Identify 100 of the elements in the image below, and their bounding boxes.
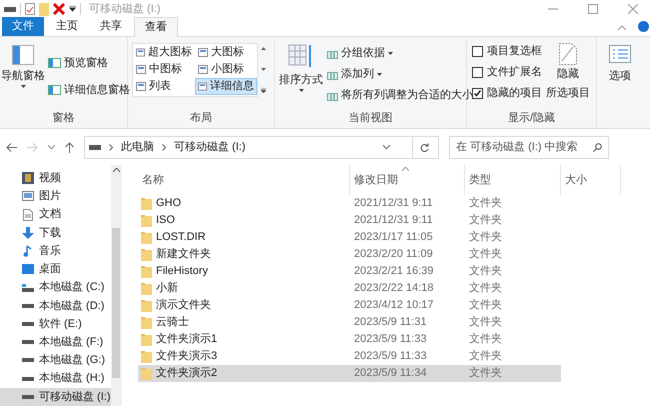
file-row[interactable]: 文件夹演示1 2023/5/9 11:33 文件夹 [138, 331, 561, 348]
sidebar-item[interactable]: 桌面 [0, 260, 110, 278]
checkbox-box[interactable] [472, 46, 483, 57]
scroll-up-icon[interactable] [260, 47, 266, 50]
checkbox[interactable]: 项目复选框 [472, 43, 542, 60]
layout-option[interactable]: 超大图标 [133, 44, 195, 61]
back-icon[interactable] [6, 142, 17, 152]
options-button[interactable]: 选项 [603, 45, 637, 84]
navigation-pane-button[interactable]: 导航窗格 [2, 45, 44, 110]
collapse-ribbon-icon[interactable] [618, 25, 626, 30]
dropdown-icon[interactable] [383, 145, 390, 149]
file-type: 文件夹 [469, 316, 502, 328]
sort-by-button[interactable]: 排序方式 [279, 43, 323, 110]
sidebar-item[interactable]: 软件 (E:) [0, 314, 110, 334]
hidden-file-icon [559, 43, 577, 65]
dropdown-icon[interactable] [69, 6, 76, 12]
help-icon[interactable] [638, 21, 649, 32]
download-icon [22, 226, 34, 239]
ribbon-tab[interactable]: 共享 [90, 17, 132, 36]
folder-icon [141, 198, 152, 210]
desktop-icon [22, 264, 34, 274]
maximize-icon[interactable] [588, 4, 598, 14]
sidebar-item[interactable]: 下载 [0, 224, 110, 242]
column-header[interactable]: 类型 [465, 165, 561, 195]
file-row[interactable]: 文件夹演示2 2023/5/9 11:34 文件夹 [138, 365, 561, 382]
caret-icon [388, 52, 393, 55]
file-type: 文件夹 [469, 282, 502, 294]
file-row[interactable]: 演示文件夹 2023/4/12 10:17 文件夹 [138, 297, 561, 314]
drive-icon [22, 376, 34, 381]
file-name: 小新 [156, 280, 178, 296]
layout-option[interactable]: 中图标 [133, 61, 195, 78]
file-name: LOST.DIR [156, 230, 206, 246]
sidebar-item[interactable]: 图片 [0, 187, 110, 206]
file-name: 演示文件夹 [156, 298, 211, 314]
sidebar-item[interactable]: 本地磁盘 (C:) [0, 278, 110, 297]
file-name: 文件夹演示1 [156, 332, 218, 348]
sidebar-item[interactable]: 文档 [0, 205, 110, 224]
file-row[interactable]: FileHistory 2023/2/21 16:39 文件夹 [138, 263, 561, 280]
sidebar-item[interactable]: 本地磁盘 (H:) [0, 370, 110, 388]
file-row[interactable]: 云骑士 2023/5/9 11:31 文件夹 [138, 314, 561, 331]
pane-toggle-button[interactable]: 详细信息窗格 [48, 82, 130, 98]
file-type: 文件夹 [469, 333, 502, 346]
scrollbar-thumb[interactable] [112, 228, 120, 378]
file-type: 文件夹 [469, 214, 502, 226]
checkbox[interactable]: 文件扩展名 [472, 64, 542, 81]
file-type: 文件夹 [469, 367, 502, 380]
checkbox-box[interactable] [472, 67, 483, 78]
file-row[interactable]: GHO 2021/12/31 9:11 文件夹 [138, 195, 561, 212]
layout-option[interactable]: 小图标 [195, 61, 257, 78]
view-icon [198, 65, 208, 74]
sidebar-item[interactable]: 本地磁盘 (D:) [0, 296, 110, 315]
column-header[interactable]: 修改日期 [350, 165, 465, 195]
drive-icon[interactable] [4, 5, 16, 13]
view-icon [198, 48, 208, 57]
search-field[interactable]: 在 可移动磁盘 (I:) 中搜索 [449, 136, 609, 158]
recent-locations-icon[interactable] [48, 145, 55, 149]
address-bar[interactable]: 此电脑 可移动磁盘 (I:) [84, 136, 439, 158]
hide-selected-items-button[interactable]: 隐藏 所选项目 [546, 43, 590, 110]
column-header[interactable]: 名称 [138, 165, 350, 195]
file-row[interactable]: 新建文件夹 2023/2/20 11:09 文件夹 [138, 246, 561, 263]
up-icon[interactable] [65, 142, 74, 152]
checkbox[interactable]: 隐藏的项目 [472, 85, 542, 102]
close-icon[interactable] [628, 4, 638, 14]
drive-icon [89, 144, 101, 150]
sidebar-item[interactable]: 本地磁盘 (G:) [0, 351, 110, 370]
properties-icon[interactable] [25, 3, 35, 15]
layout-option[interactable]: 大图标 [195, 44, 257, 61]
scroll-up-icon[interactable] [112, 168, 120, 172]
modified-date: 2021/12/31 9:11 [354, 197, 433, 210]
pane-icon [48, 58, 61, 68]
sidebar-item[interactable]: 视频 [0, 169, 110, 188]
sidebar-item[interactable]: 音乐 [0, 242, 110, 260]
layout-option[interactable]: 详细信息 [195, 78, 257, 95]
refresh-icon[interactable] [420, 142, 429, 152]
scroll-down-icon[interactable] [260, 68, 266, 70]
file-type: 文件夹 [469, 197, 502, 210]
checkbox-box[interactable] [472, 88, 483, 99]
column-header[interactable]: 大小 [561, 165, 621, 195]
ribbon-tab[interactable]: 查看 [134, 17, 178, 37]
drive-icon [22, 304, 34, 308]
caret-icon [377, 73, 382, 76]
sidebar-item[interactable]: 可移动磁盘 (I:) [0, 388, 110, 406]
delete-icon[interactable] [53, 3, 65, 15]
breadcrumb-item[interactable]: 可移动磁盘 (I:) [174, 138, 246, 156]
pane-toggle-button[interactable]: 预览窗格 [48, 55, 130, 72]
sidebar-item[interactable]: 本地磁盘 (F:) [0, 333, 110, 352]
file-row[interactable]: 小新 2023/2/22 14:18 文件夹 [138, 280, 561, 297]
ribbon-tab[interactable]: 主页 [46, 17, 88, 36]
file-row[interactable]: ISO 2021/12/31 9:11 文件夹 [138, 212, 561, 229]
view-icon [198, 82, 207, 91]
ribbon-tab[interactable]: 文件 [2, 17, 44, 36]
breadcrumb-item[interactable]: 此电脑 [121, 138, 154, 156]
view-command-button[interactable]: 分组依据 [327, 45, 473, 62]
view-command-button[interactable]: 添加列 [327, 66, 473, 83]
layout-option[interactable]: 列表 [133, 78, 195, 95]
file-row[interactable]: 文件夹演示3 2023/5/9 11:33 文件夹 [138, 348, 561, 365]
file-row[interactable]: LOST.DIR 2023/1/17 11:05 文件夹 [138, 229, 561, 246]
caret-icon [20, 84, 26, 88]
expand-icon[interactable] [260, 88, 266, 93]
scrollbar[interactable] [110, 165, 122, 406]
